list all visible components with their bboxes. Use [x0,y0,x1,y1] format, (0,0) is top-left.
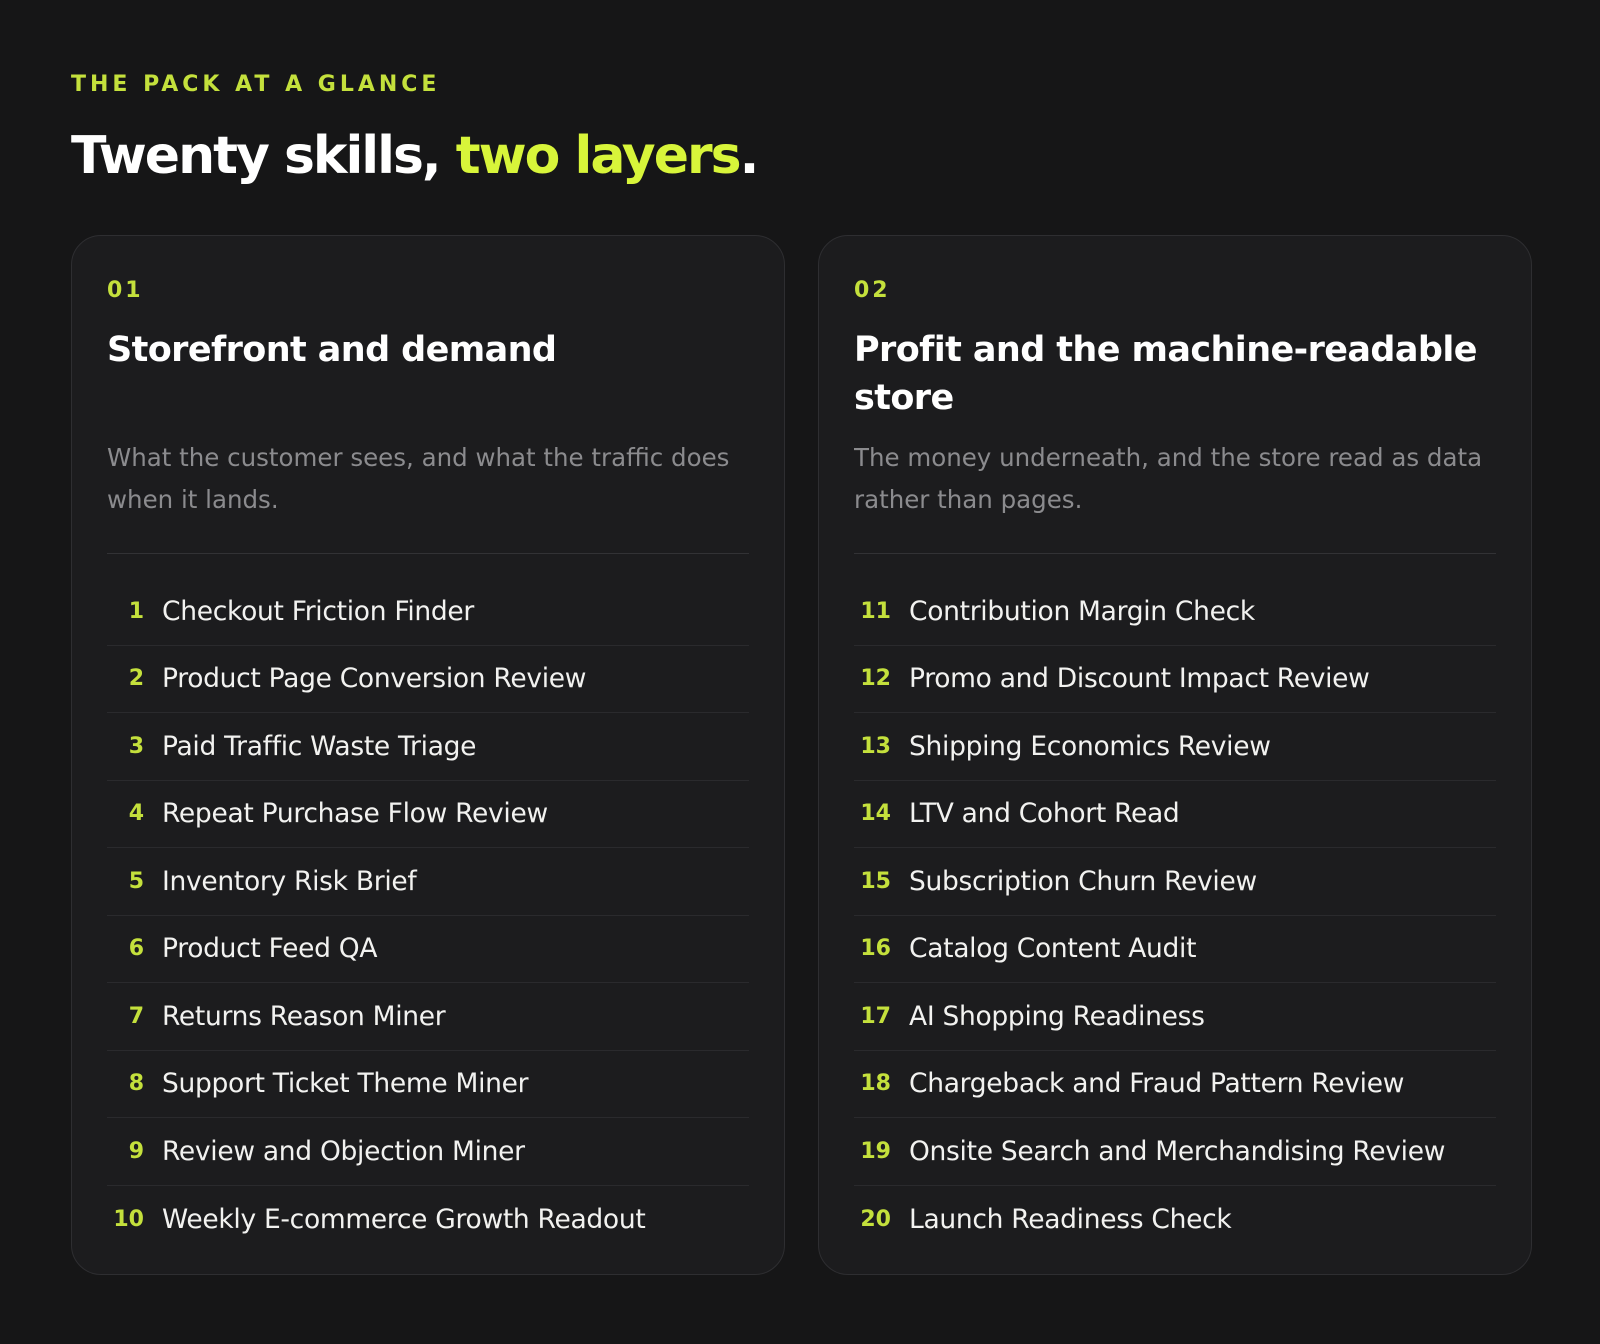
skill-list: 1 Checkout Friction Finder 2 Product Page … [107,578,749,1253]
list-item: 4 Repeat Purchase Flow Review [107,781,749,848]
card-number: 02 [854,278,891,303]
list-item: 9 Review and Objection Miner [107,1118,749,1186]
item-number: 12 [860,666,891,692]
headline-start: Twenty skills, [71,126,456,186]
list-item: 11 Contribution Margin Check [854,578,1496,646]
item-label: Support Ticket Theme Miner [162,1068,529,1100]
item-number: 15 [860,868,891,894]
list-item: 7 Returns Reason Miner [107,983,749,1051]
list-item: 18 Chargeback and Fraud Pattern Review [854,1051,1496,1118]
layer-card-profit: 02 Profit and the machine-readable store… [818,235,1532,1275]
list-item: 16 Catalog Content Audit [854,916,1496,983]
item-label: AI Shopping Readiness [909,1000,1205,1032]
item-label: Product Feed QA [162,933,378,965]
item-number: 19 [860,1138,891,1164]
item-label: LTV and Cohort Read [909,798,1180,830]
item-number: 18 [860,1071,891,1097]
item-number: 6 [128,936,144,962]
card-description: What the customer sees, and what the tra… [107,443,730,514]
item-number: 5 [128,868,144,894]
list-item: 14 LTV and Cohort Read [854,781,1496,848]
card-number: 01 [107,278,144,303]
item-number: 14 [860,801,891,827]
item-number: 2 [128,666,144,692]
list-item: 20 Launch Readiness Check [854,1186,1496,1254]
list-item: 17 AI Shopping Readiness [854,983,1496,1051]
skill-list: 11 Contribution Margin Check 12 Promo and … [854,578,1496,1253]
list-item: 6 Product Feed QA [107,916,749,983]
list-item: 2 Product Page Conversion Review [107,646,749,713]
layer-card-storefront: 01 Storefront and demand What the custom… [71,235,785,1275]
item-label: Catalog Content Audit [909,933,1197,965]
item-label: Contribution Margin Check [909,595,1255,627]
card-title: Profit and the machine-readable store [854,330,1477,418]
item-number: 9 [128,1138,144,1164]
item-number: 10 [113,1206,144,1232]
list-item: 5 Inventory Risk Brief [107,848,749,916]
item-number: 3 [128,733,144,759]
item-label: Launch Readiness Check [909,1203,1232,1235]
item-number: 17 [860,1003,891,1029]
list-item: 12 Promo and Discount Impact Review [854,646,1496,713]
item-label: Review and Objection Miner [162,1135,525,1167]
list-item: 1 Checkout Friction Finder [107,578,749,646]
item-label: Repeat Purchase Flow Review [162,798,548,830]
card-description: The money underneath, and the store read… [854,443,1483,514]
list-item: 10 Weekly E-commerce Growth Readout [107,1186,749,1254]
item-label: Onsite Search and Merchandising Review [909,1135,1446,1167]
list-item: 19 Onsite Search and Merchandising Review [854,1118,1496,1186]
list-item: 3 Paid Traffic Waste Triage [107,713,749,781]
item-number: 1 [128,598,144,624]
list-item: 15 Subscription Churn Review [854,848,1496,916]
item-number: 20 [860,1206,891,1232]
section-eyebrow: THE PACK AT A GLANCE [71,72,441,97]
item-number: 4 [128,801,144,827]
list-item: 8 Support Ticket Theme Miner [107,1051,749,1118]
item-number: 8 [128,1071,144,1097]
item-label: Paid Traffic Waste Triage [162,730,477,762]
item-label: Shipping Economics Review [909,730,1271,762]
cards-container: 01 Storefront and demand What the custom… [71,235,1533,1275]
item-label: Subscription Churn Review [909,865,1257,897]
item-label: Inventory Risk Brief [162,865,417,897]
item-label: Weekly E-commerce Growth Readout [162,1203,646,1235]
item-label: Checkout Friction Finder [162,595,475,627]
card-title: Storefront and demand [107,330,557,370]
item-label: Chargeback and Fraud Pattern Review [909,1068,1405,1100]
item-number: 7 [128,1003,144,1029]
item-label: Returns Reason Miner [162,1000,446,1032]
page-title: Twenty skills, two layers. [71,124,1530,188]
headline-accent: two layers [455,126,742,186]
item-label: Promo and Discount Impact Review [909,663,1370,695]
page: THE PACK AT A GLANCE Twenty skills, two … [0,0,1600,1344]
item-number: 16 [860,936,891,962]
headline-end: . [739,126,760,186]
card-divider [107,553,749,554]
item-number: 11 [860,598,891,624]
item-label: Product Page Conversion Review [162,663,587,695]
item-number: 13 [860,733,891,759]
list-item: 13 Shipping Economics Review [854,713,1496,781]
card-divider [854,553,1496,554]
